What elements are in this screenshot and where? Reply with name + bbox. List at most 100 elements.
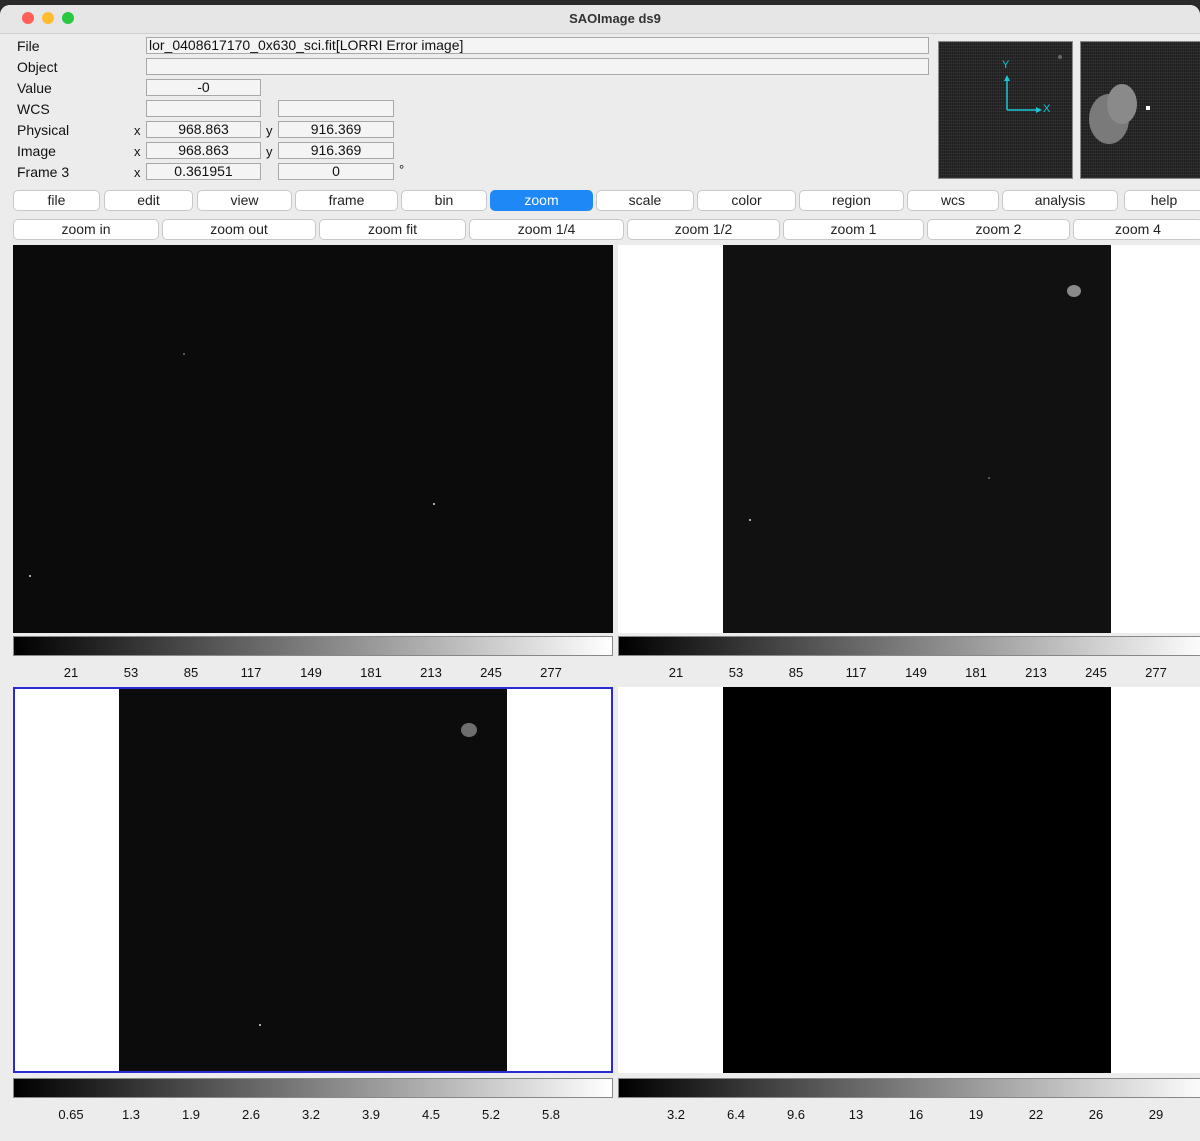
info-label-value: Value bbox=[17, 80, 52, 96]
info-label-frame: Frame 3 bbox=[17, 164, 70, 180]
zoom-button-zoom-in[interactable]: zoom in bbox=[13, 219, 159, 240]
colorbar-tick-label: 213 bbox=[1025, 665, 1047, 680]
colorbar-tick-label: 5.2 bbox=[481, 1107, 501, 1122]
zoom-button-zoom-1-2[interactable]: zoom 1/2 bbox=[627, 219, 780, 240]
panner-x-axis-label: X bbox=[1043, 103, 1051, 115]
magnifier-cursor bbox=[1146, 106, 1150, 110]
menu-button-zoom[interactable]: zoom bbox=[490, 190, 593, 211]
value-field: -0 bbox=[146, 79, 261, 96]
colorbar-tick-label: 85 bbox=[788, 665, 804, 680]
colorbar-tick-label: 53 bbox=[728, 665, 744, 680]
colorbar-tick-label: 6.4 bbox=[726, 1107, 746, 1122]
colorbar-frame-1[interactable] bbox=[13, 636, 613, 656]
frame-x-label: x bbox=[134, 165, 141, 180]
colorbar-tick-label: 181 bbox=[965, 665, 987, 680]
colorbar-tick-label: 245 bbox=[480, 665, 502, 680]
colorbar-tick-label: 149 bbox=[300, 665, 322, 680]
zoom-button-zoom-4[interactable]: zoom 4 bbox=[1073, 219, 1200, 240]
colorbar-tick-label: 4.5 bbox=[421, 1107, 441, 1122]
image-x-label: x bbox=[134, 144, 141, 159]
menu-button-analysis[interactable]: analysis bbox=[1002, 190, 1118, 211]
colorbar-tick-label: 149 bbox=[905, 665, 927, 680]
menu-button-edit[interactable]: edit bbox=[104, 190, 193, 211]
file-field: lor_0408617170_0x630_sci.fit[LORRI Error… bbox=[146, 37, 929, 54]
colorbar-tick-label: 22 bbox=[1028, 1107, 1044, 1122]
title-bar: SAOImage ds9 bbox=[0, 5, 1200, 34]
colorbar-tick-label: 181 bbox=[360, 665, 382, 680]
info-label-wcs: WCS bbox=[17, 101, 50, 117]
image-y-label: y bbox=[266, 144, 273, 159]
panner-y-axis-label: Y bbox=[1002, 59, 1010, 71]
menu-button-color[interactable]: color bbox=[697, 190, 796, 211]
info-label-physical: Physical bbox=[17, 122, 70, 138]
menu-button-region[interactable]: region bbox=[799, 190, 904, 211]
colorbar-frame-4[interactable] bbox=[618, 1078, 1200, 1098]
colorbar-tick-label: 277 bbox=[540, 665, 562, 680]
object-field bbox=[146, 58, 929, 75]
frame-2-image bbox=[723, 245, 1111, 633]
colorbar-tick-label: 1.9 bbox=[181, 1107, 201, 1122]
zoom-button-zoom-fit[interactable]: zoom fit bbox=[319, 219, 466, 240]
frame-4-image bbox=[723, 687, 1111, 1073]
menu-button-wcs[interactable]: wcs bbox=[907, 190, 999, 211]
menu-button-bin[interactable]: bin bbox=[401, 190, 487, 211]
image-y-field: 916.369 bbox=[278, 142, 394, 159]
bright-source bbox=[461, 723, 477, 737]
bright-source bbox=[1067, 285, 1081, 297]
menu-button-view[interactable]: view bbox=[197, 190, 292, 211]
colorbar-tick-label: 26 bbox=[1088, 1107, 1104, 1122]
menu-button-scale[interactable]: scale bbox=[596, 190, 694, 211]
colorbar-tick-label: 3.9 bbox=[361, 1107, 381, 1122]
info-label-object: Object bbox=[17, 59, 58, 75]
magnified-blob-2 bbox=[1107, 84, 1137, 124]
zoom-button-zoom-1[interactable]: zoom 1 bbox=[783, 219, 924, 240]
frame-zoom-field: 0.361951 bbox=[146, 163, 261, 180]
colorbar-tick-label: 213 bbox=[420, 665, 442, 680]
frame-3-current[interactable] bbox=[13, 687, 613, 1073]
info-label-file: File bbox=[17, 38, 40, 54]
zoom-button-zoom-2[interactable]: zoom 2 bbox=[927, 219, 1070, 240]
frame-3-image bbox=[119, 689, 507, 1071]
physical-y-field: 916.369 bbox=[278, 121, 394, 138]
colorbar-tick-label: 9.6 bbox=[786, 1107, 806, 1122]
menu-button-frame[interactable]: frame bbox=[295, 190, 398, 211]
colorbar-tick-label: 1.3 bbox=[121, 1107, 141, 1122]
colorbar-tick-label: 245 bbox=[1085, 665, 1107, 680]
colorbar-tick-label: 277 bbox=[1145, 665, 1167, 680]
colorbar-tick-label: 53 bbox=[123, 665, 139, 680]
degree-symbol: ° bbox=[399, 162, 405, 177]
colorbar-tick-label: 117 bbox=[240, 665, 262, 680]
frame-1[interactable] bbox=[13, 245, 613, 633]
colorbar-tick-label: 5.8 bbox=[541, 1107, 561, 1122]
frame-2[interactable] bbox=[618, 245, 1200, 633]
wcs-field-b bbox=[278, 100, 394, 117]
colorbar-tick-label: 19 bbox=[968, 1107, 984, 1122]
menu-button-file[interactable]: file bbox=[13, 190, 100, 211]
colorbar-tick-label: 13 bbox=[848, 1107, 864, 1122]
colorbar-tick-label: 3.2 bbox=[301, 1107, 321, 1122]
panner-thumbnail[interactable]: Y X bbox=[938, 41, 1073, 179]
physical-x-label: x bbox=[134, 123, 141, 138]
wcs-field-a bbox=[146, 100, 261, 117]
colorbar-tick-label: 3.2 bbox=[666, 1107, 686, 1122]
colorbar-tick-label: 16 bbox=[908, 1107, 924, 1122]
colorbar-frame-2[interactable] bbox=[618, 636, 1200, 656]
colorbar-tick-label: 29 bbox=[1148, 1107, 1164, 1122]
colorbar-frame-3[interactable] bbox=[13, 1078, 613, 1098]
colorbar-tick-label: 85 bbox=[183, 665, 199, 680]
zoom-button-zoom-out[interactable]: zoom out bbox=[162, 219, 316, 240]
colorbar-tick-label: 117 bbox=[845, 665, 867, 680]
frame-1-image bbox=[13, 245, 613, 633]
colorbar-tick-label: 2.6 bbox=[241, 1107, 261, 1122]
frame-4[interactable] bbox=[618, 687, 1200, 1073]
zoom-button-zoom-1-4[interactable]: zoom 1/4 bbox=[469, 219, 624, 240]
colorbar-tick-label: 21 bbox=[668, 665, 684, 680]
magnifier-thumbnail bbox=[1080, 41, 1200, 179]
window-title: SAOImage ds9 bbox=[569, 11, 661, 26]
menu-button-help[interactable]: help bbox=[1124, 190, 1200, 211]
ds9-window: SAOImage ds9 File Object Value WCS Physi… bbox=[0, 5, 1200, 1141]
physical-x-field: 968.863 bbox=[146, 121, 261, 138]
colorbar-tick-label: 0.65 bbox=[58, 1107, 84, 1122]
frame-angle-field: 0 bbox=[278, 163, 394, 180]
info-label-image: Image bbox=[17, 143, 56, 159]
